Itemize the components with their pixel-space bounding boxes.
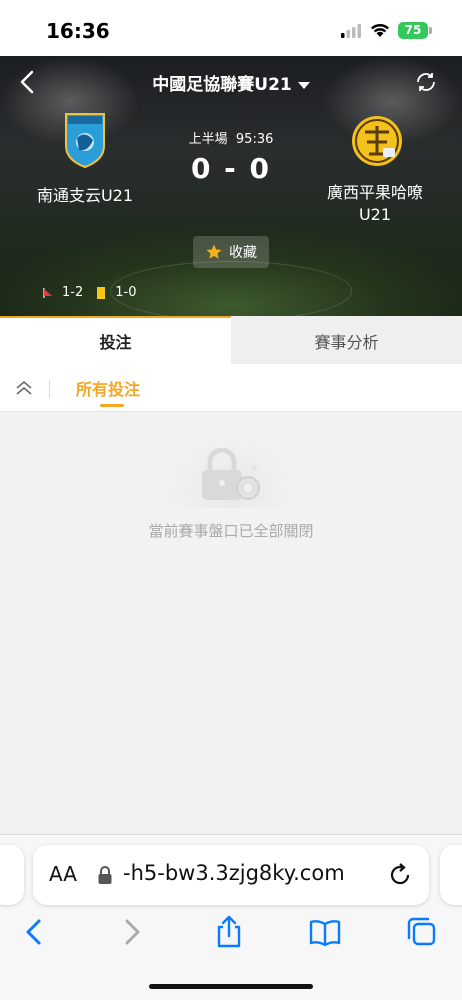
reload-icon[interactable]	[387, 862, 413, 888]
bet-filter-bar: 所有投注	[0, 364, 462, 412]
scoreboard: 0 - 0	[190, 152, 272, 185]
filter-all-bets[interactable]: 所有投注	[76, 376, 140, 400]
corner-flag-icon	[43, 287, 52, 298]
league-title: 中國足協聯賽U21	[152, 75, 292, 95]
cellular-signal-icon	[341, 24, 361, 38]
tab-betting[interactable]: 投注	[0, 316, 231, 364]
chevron-down-icon	[297, 81, 310, 89]
url-text[interactable]: -h5-bw3.3zjg8ky.com	[123, 861, 345, 885]
market-closed-lock-icon	[202, 448, 260, 500]
favorite-button[interactable]: 收藏	[193, 236, 269, 268]
wifi-icon	[371, 23, 389, 37]
share-icon[interactable]	[212, 915, 246, 949]
refresh-icon[interactable]	[414, 70, 438, 94]
browser-toolbar: AA -h5-bw3.3zjg8ky.com	[0, 834, 462, 1000]
tab-bar: 投注 賽事分析	[0, 316, 462, 364]
active-filter-underline	[100, 404, 124, 407]
star-icon	[206, 244, 222, 259]
home-team-name: 南通支云U21	[36, 186, 134, 205]
favorite-label: 收藏	[229, 245, 257, 261]
divider	[49, 380, 50, 398]
empty-state-message: 當前賽事盤口已全部關閉	[148, 522, 314, 540]
forward-icon[interactable]	[115, 915, 149, 949]
league-selector[interactable]: 中國足協聯賽U21	[0, 70, 462, 95]
yellow-cards-count: 1-0	[115, 285, 137, 300]
period-label: 上半場	[188, 132, 228, 147]
match-header: 中國足協聯賽U21 上半場 95:36 0 - 0 南通支云U21 廣西平果哈嘹…	[0, 56, 462, 316]
away-team-name: 廣西平果哈嘹 U21	[300, 182, 450, 226]
pitch-center-circle	[110, 261, 352, 316]
next-tab-peek[interactable]	[440, 845, 462, 905]
address-bar[interactable]: AA -h5-bw3.3zjg8ky.com	[33, 845, 429, 905]
lock-icon	[98, 866, 112, 884]
status-bar: 16:36 75	[0, 0, 462, 56]
away-team-name-line1: 廣西平果哈嘹	[326, 183, 423, 202]
tab-match-analysis[interactable]: 賽事分析	[231, 316, 462, 364]
match-period: 上半場 95:36	[0, 128, 462, 147]
bookmarks-icon[interactable]	[308, 915, 342, 949]
match-clock: 95:36	[235, 132, 274, 147]
tabs-icon[interactable]	[404, 915, 438, 949]
battery-tip	[429, 27, 432, 34]
back-icon[interactable]	[17, 915, 51, 949]
yellow-card-icon	[97, 286, 106, 299]
match-stats: 1-2 1-0	[42, 285, 136, 300]
corners-count: 1-2	[62, 285, 84, 300]
page-settings-button[interactable]: AA	[49, 862, 77, 886]
collapse-all-icon[interactable]	[14, 378, 34, 398]
away-team-name-line2: U21	[358, 205, 392, 224]
clock: 16:36	[46, 19, 110, 43]
home-indicator	[149, 984, 313, 989]
battery-indicator: 75	[398, 22, 428, 39]
previous-tab-peek[interactable]	[0, 845, 24, 905]
